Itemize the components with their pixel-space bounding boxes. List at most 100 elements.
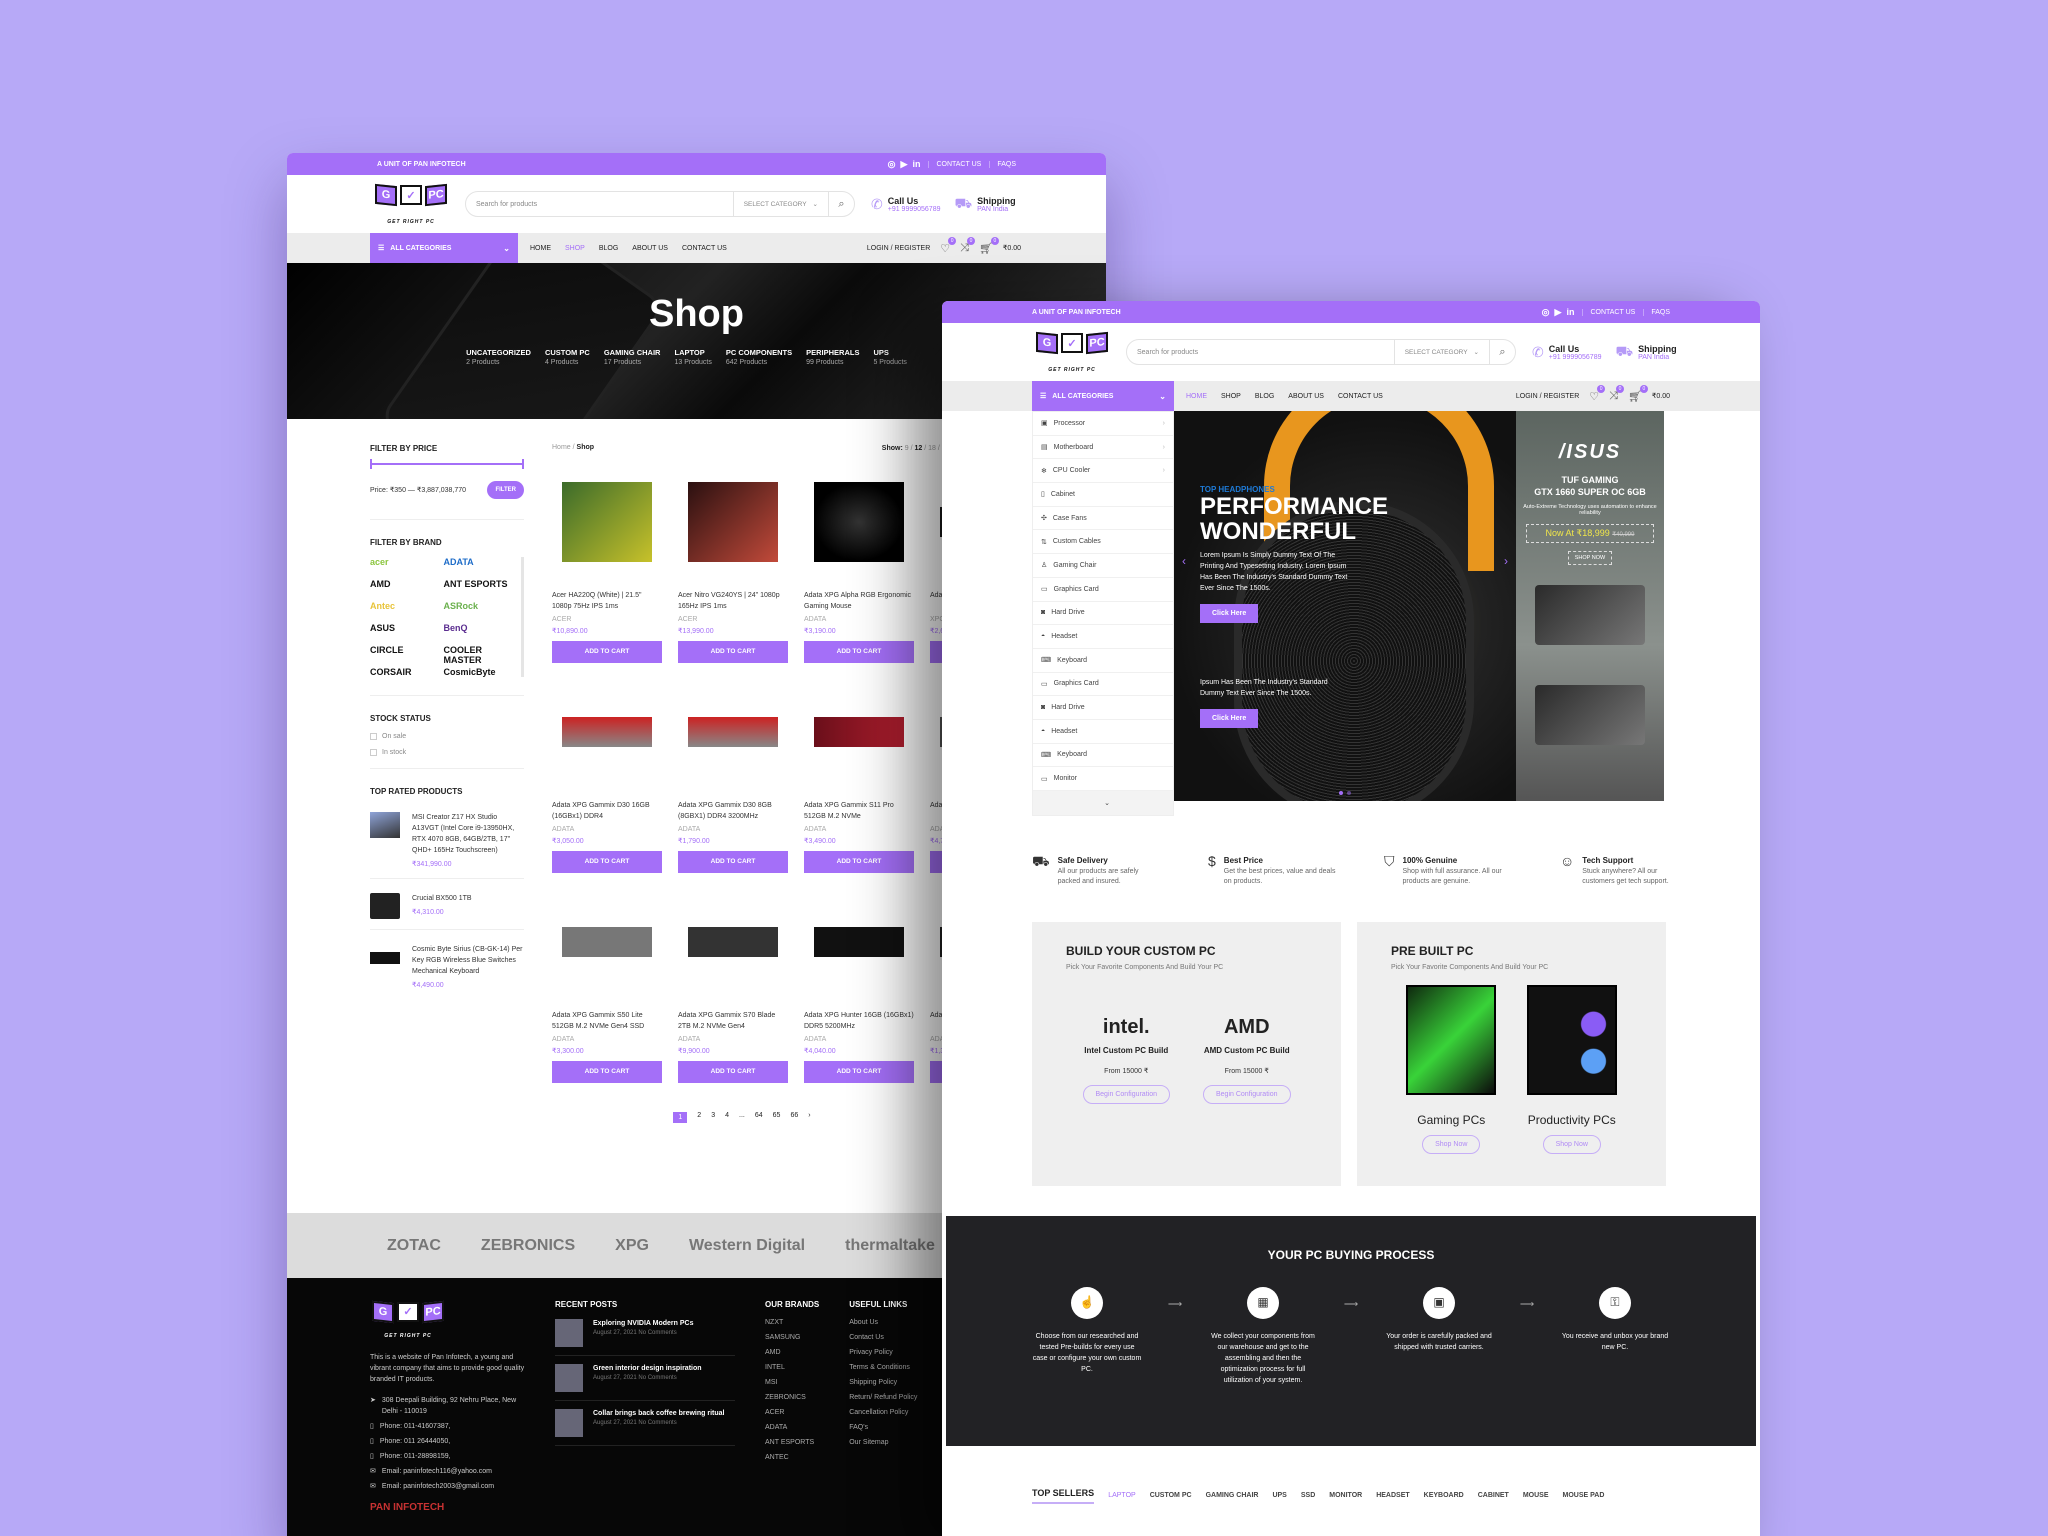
contact-us-link[interactable]: CONTACT US <box>1582 308 1635 316</box>
category-menu-item[interactable]: ⌨ Keyboard <box>1033 649 1173 673</box>
compare-icon[interactable]: ⤨ 0 <box>960 236 975 255</box>
brand-logo-acer[interactable]: acer <box>370 557 444 571</box>
footer-useful-link[interactable]: Return/ Refund Policy <box>849 1394 917 1401</box>
brand-logo-benq[interactable]: BenQ <box>444 623 518 637</box>
all-categories-button[interactable]: ☰ ALL CATEGORIES ⌄ <box>1032 381 1174 411</box>
category-menu-item[interactable]: ▭ Graphics Card <box>1033 673 1173 697</box>
scroll-down-icon[interactable]: ⌄ <box>1033 791 1173 815</box>
click-here-button[interactable]: Click Here <box>1200 604 1259 623</box>
category-menu-item[interactable]: ▣ Processor › <box>1033 412 1173 436</box>
nav-blog[interactable]: BLOG <box>1255 393 1274 400</box>
post-title[interactable]: Collar brings back coffee brewing ritual <box>593 1409 724 1419</box>
linkedin-icon[interactable]: in <box>912 159 920 170</box>
product-image[interactable] <box>678 682 788 782</box>
slider-prev-icon[interactable]: ‹ <box>1182 554 1186 568</box>
footer-useful-link[interactable]: About Us <box>849 1319 917 1326</box>
category-menu-item[interactable]: ▭ Graphics Card <box>1033 578 1173 602</box>
wishlist-icon[interactable]: ♡ 0 <box>1589 384 1606 403</box>
category-menu-item[interactable]: ❄ CPU Cooler › <box>1033 459 1173 484</box>
product-name[interactable]: Acer Nitro VG240YS | 24" 1080p 165Hz IPS… <box>678 590 788 612</box>
footer-brand-link[interactable]: ADATA <box>765 1424 819 1431</box>
nav-shop[interactable]: SHOP <box>565 245 585 252</box>
recent-post[interactable]: Exploring NVIDIA Modern PCs August 27, 20… <box>555 1319 735 1356</box>
footer-useful-link[interactable]: Our Sitemap <box>849 1439 917 1446</box>
product-image[interactable] <box>804 682 914 782</box>
category-menu-item[interactable]: ⇅ Custom Cables <box>1033 530 1173 555</box>
begin-configuration-button[interactable]: Begin Configuration <box>1082 1084 1170 1104</box>
post-title[interactable]: Exploring NVIDIA Modern PCs <box>593 1319 693 1329</box>
shop-now-button[interactable]: Shop Now <box>1542 1134 1601 1154</box>
category-menu-item[interactable]: ⌨ Keyboard <box>1033 744 1173 768</box>
all-categories-button[interactable]: ☰ ALL CATEGORIES ⌄ <box>370 233 518 263</box>
nav-shop[interactable]: SHOP <box>1221 393 1241 400</box>
instagram-icon[interactable]: ◎ <box>1542 307 1550 318</box>
youtube-icon[interactable]: ▶ <box>1555 307 1562 318</box>
brand-strip-logo[interactable]: XPG <box>615 1237 649 1255</box>
faqs-link[interactable]: FAQS <box>1643 308 1670 316</box>
footer-brand-link[interactable]: MSI <box>765 1379 819 1386</box>
product-name[interactable]: Acer HA220Q (White) | 21.5" 1080p 75Hz I… <box>552 590 662 612</box>
shop-category-link[interactable]: UPS 5 Products <box>873 348 906 366</box>
add-to-cart-button[interactable]: ADD TO CART <box>678 1061 788 1083</box>
product-image[interactable] <box>804 892 914 992</box>
nav-contact[interactable]: CONTACT US <box>1338 393 1383 400</box>
search-input[interactable]: Search for products <box>1127 349 1394 356</box>
category-select[interactable]: SELECT CATEGORY ⌄ <box>1393 340 1489 364</box>
product-name[interactable]: Adata XPG Gammix S70 Blade 2TB M.2 NVMe … <box>678 1010 788 1032</box>
footer-useful-link[interactable]: Terms & Conditions <box>849 1364 917 1371</box>
recent-post[interactable]: Collar brings back coffee brewing ritual… <box>555 1409 735 1446</box>
category-menu-item[interactable]: ◓ Headset <box>1033 625 1173 649</box>
instagram-icon[interactable]: ◎ <box>888 159 896 170</box>
category-menu-item[interactable]: ◙ Hard Drive <box>1033 696 1173 720</box>
promo-shop-now-button[interactable]: SHOP NOW <box>1567 551 1613 565</box>
footer-brand-link[interactable]: ANTEC <box>765 1454 819 1461</box>
tab-gaming-chair[interactable]: GAMING CHAIR <box>1206 1492 1259 1499</box>
category-menu-item[interactable]: ◙ Hard Drive <box>1033 602 1173 626</box>
category-select[interactable]: SELECT CATEGORY ⌄ <box>732 192 828 216</box>
product-image[interactable] <box>678 892 788 992</box>
cart-icon[interactable]: 🛒︎ 0 <box>1628 384 1648 403</box>
footer-useful-link[interactable]: Privacy Policy <box>849 1349 917 1356</box>
brand-logo-asus[interactable]: ASUS <box>370 623 444 637</box>
tab-laptop[interactable]: LAPTOP <box>1108 1492 1136 1499</box>
category-menu-item[interactable]: ✣ Case Fans <box>1033 507 1173 531</box>
page-1[interactable]: 1 <box>673 1112 688 1123</box>
top-rated-item[interactable]: Cosmic Byte Sirius (CB-GK-14) Per Key RG… <box>370 938 524 999</box>
nav-home[interactable]: HOME <box>530 245 551 252</box>
add-to-cart-button[interactable]: ADD TO CART <box>678 851 788 873</box>
category-menu-item[interactable]: ◓ Headset <box>1033 720 1173 744</box>
search-icon[interactable]: ⌕ <box>828 192 854 216</box>
click-here-button[interactable]: Click Here <box>1200 709 1259 728</box>
category-menu-item[interactable]: ▯ Cabinet <box>1033 483 1173 507</box>
category-menu-item[interactable]: ♙ Gaming Chair <box>1033 554 1173 578</box>
footer-logo[interactable]: G ✓ PC GET RIGHT PC <box>370 1300 446 1342</box>
footer-useful-link[interactable]: FAQ's <box>849 1424 917 1431</box>
add-to-cart-button[interactable]: ADD TO CART <box>678 641 788 663</box>
page-4[interactable]: 4 <box>725 1112 729 1123</box>
page-next[interactable]: › <box>808 1112 810 1123</box>
add-to-cart-button[interactable]: ADD TO CART <box>804 1061 914 1083</box>
brand-logo-circle[interactable]: CIRCLE <box>370 645 444 659</box>
tab-monitor[interactable]: MONITOR <box>1329 1492 1362 1499</box>
brand-strip-logo[interactable]: thermaltake <box>845 1237 935 1255</box>
footer-brand-link[interactable]: ZEBRONICS <box>765 1394 819 1401</box>
product-image[interactable] <box>552 682 662 782</box>
cart-icon[interactable]: 🛒︎ 0 <box>979 236 999 255</box>
nav-about[interactable]: ABOUT US <box>632 245 668 252</box>
search-input[interactable]: Search for products <box>466 201 733 208</box>
nav-about[interactable]: ABOUT US <box>1288 393 1324 400</box>
add-to-cart-button[interactable]: ADD TO CART <box>552 1061 662 1083</box>
shop-category-link[interactable]: CUSTOM PC 4 Products <box>545 348 590 366</box>
slider-next-icon[interactable]: › <box>1504 554 1508 568</box>
tab-cabinet[interactable]: CABINET <box>1478 1492 1509 1499</box>
top-rated-item[interactable]: MSI Creator Z17 HX Studio A13VGT (Intel … <box>370 806 524 879</box>
recent-post[interactable]: Green interior design inspiration August … <box>555 1364 735 1401</box>
youtube-icon[interactable]: ▶ <box>901 159 908 170</box>
brand-logo-ant-esports[interactable]: ANT ESPORTS <box>444 579 518 593</box>
linkedin-icon[interactable]: in <box>1566 307 1574 318</box>
top-rated-item[interactable]: Crucial BX500 1TB ₹4,310.00 <box>370 887 524 930</box>
compare-icon[interactable]: ⤨ 0 <box>1609 384 1624 403</box>
tab-ups[interactable]: UPS <box>1272 1492 1286 1499</box>
product-name[interactable]: Adata XPG Gammix S50 Lite 512GB M.2 NVMe… <box>552 1010 662 1032</box>
site-logo[interactable]: G ✓ PC GET RIGHT PC <box>1034 331 1110 373</box>
